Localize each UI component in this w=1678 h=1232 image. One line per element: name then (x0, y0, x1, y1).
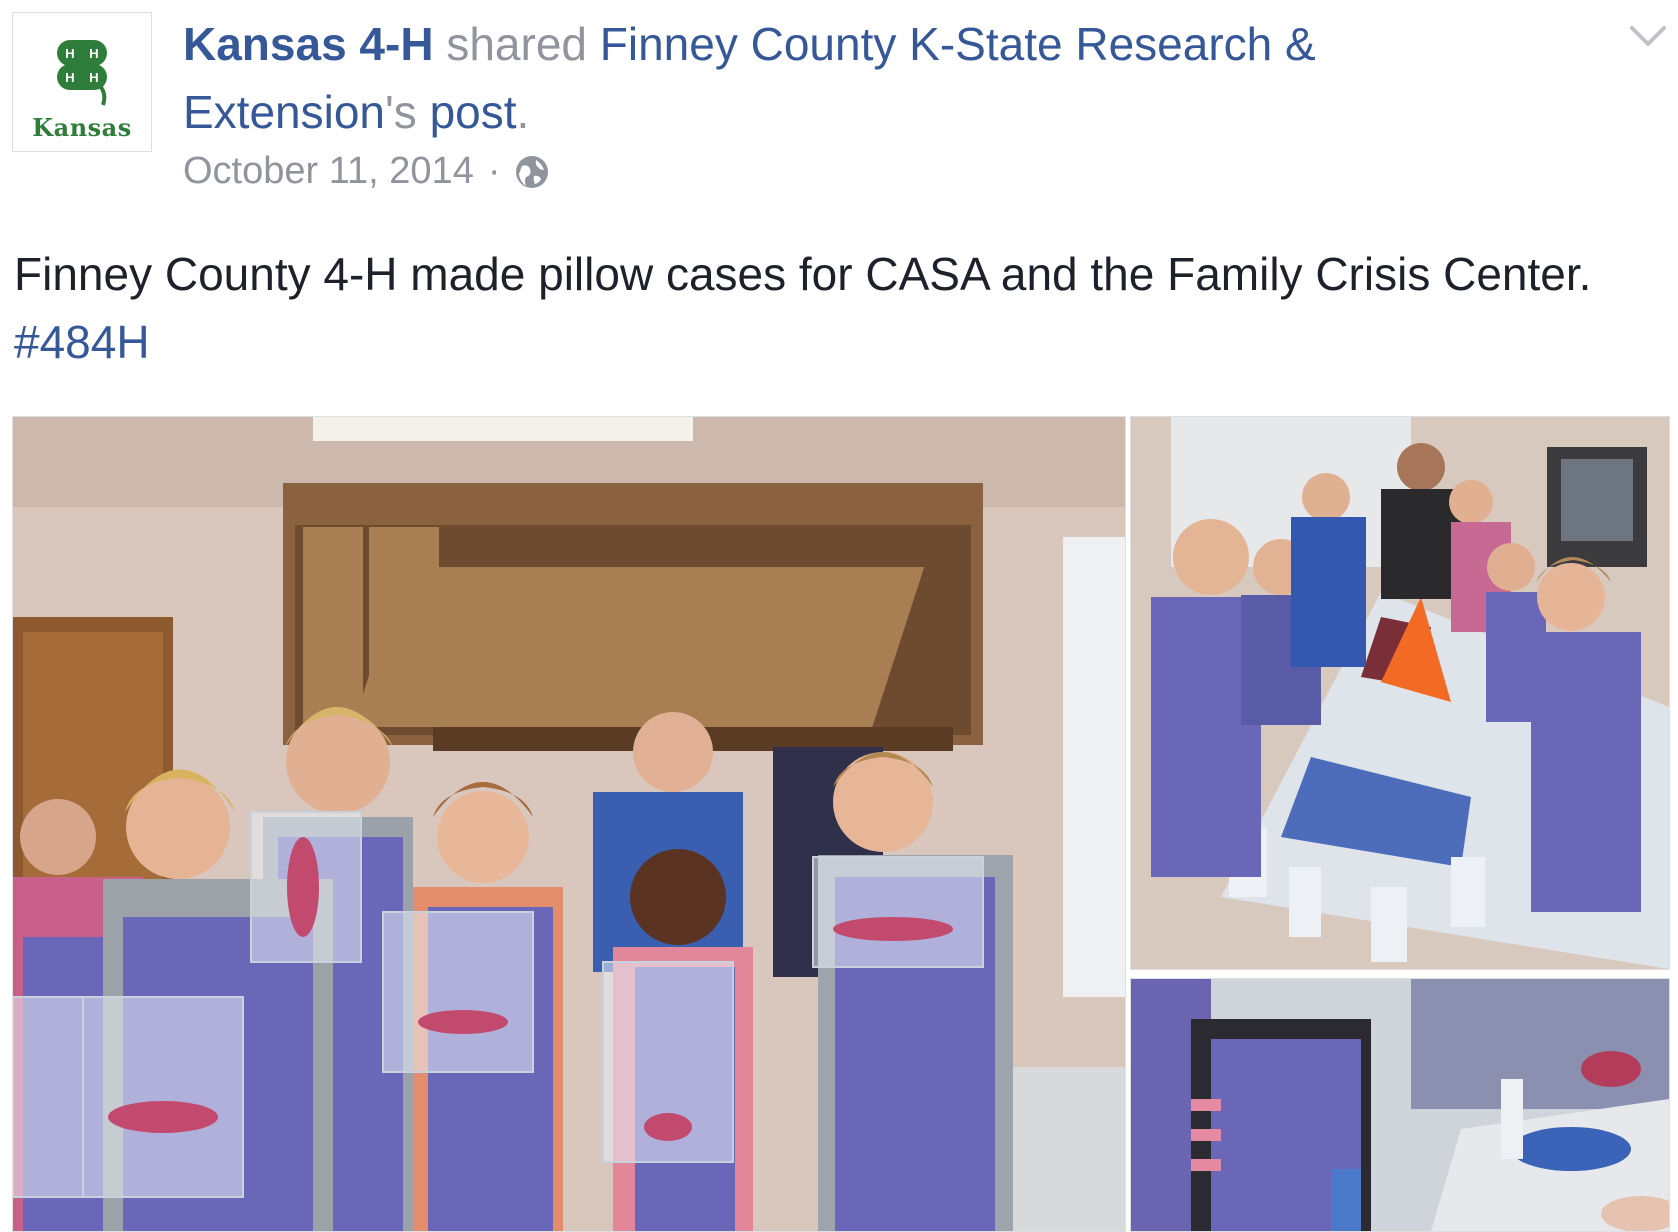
dye-table-photo-image (1131, 417, 1669, 969)
post-body: Finney County 4-H made pillow cases for … (14, 240, 1654, 376)
group-photo[interactable] (12, 416, 1126, 1232)
clover-leaf-letter: H (89, 46, 98, 61)
headline-period: . (516, 86, 530, 138)
four-leaf-clover-icon: H H H H (57, 40, 107, 106)
shared-post-link[interactable]: post (430, 86, 517, 138)
globe-icon[interactable] (514, 154, 550, 190)
possessive-suffix: 's (385, 86, 417, 138)
post-timestamp[interactable]: October 11, 2014 (183, 150, 474, 193)
shared-verb: shared (446, 18, 587, 70)
hashtag-link[interactable]: #484H (14, 316, 150, 368)
clover-leaf-letter: H (65, 46, 74, 61)
post-message: Finney County 4-H made pillow cases for … (14, 248, 1592, 300)
chevron-down-icon[interactable] (1628, 22, 1668, 52)
dye-closeup-photo-image (1131, 979, 1669, 1231)
post-headline: Kansas 4-H shared Finney County K-State … (183, 10, 1443, 146)
dye-closeup-photo[interactable] (1130, 978, 1670, 1232)
group-photo-image (13, 417, 1125, 1231)
clover-leaf-letter: H (89, 70, 98, 85)
clover-leaf-letter: H (65, 70, 74, 85)
actor-link[interactable]: Kansas 4-H (183, 18, 434, 70)
dye-table-photo[interactable] (1130, 416, 1670, 970)
feed-post: H H H H Kansas Kansas 4-H shared Finney … (0, 0, 1678, 1232)
page-avatar[interactable]: H H H H Kansas (12, 12, 152, 152)
avatar-wordmark: Kansas (32, 113, 132, 142)
meta-separator: · (487, 150, 501, 192)
post-meta: October 11, 2014 · (183, 150, 550, 193)
